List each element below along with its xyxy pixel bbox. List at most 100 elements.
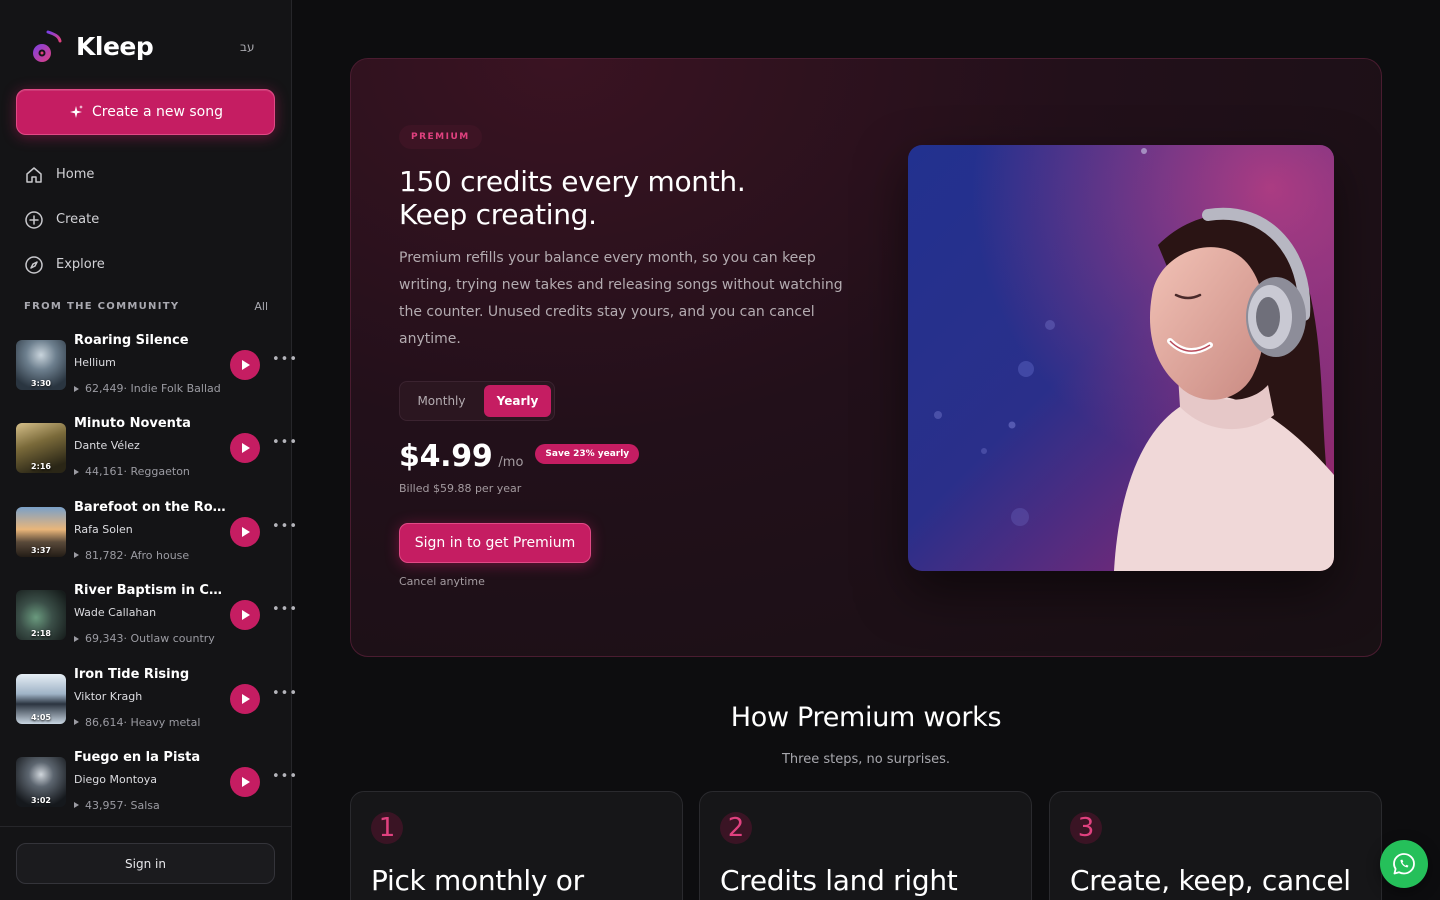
- song-item[interactable]: 2:18 River Baptism in Col… Wade Callahan…: [16, 580, 297, 663]
- whatsapp-button[interactable]: [1380, 840, 1428, 888]
- nav-item-explore[interactable]: Explore: [16, 242, 275, 287]
- brand-name: Kleep: [76, 31, 154, 61]
- song-artist[interactable]: Dante Vélez: [74, 439, 140, 452]
- step-number: 2: [720, 812, 752, 844]
- home-icon: [26, 166, 42, 183]
- community-all-link[interactable]: All: [254, 300, 268, 313]
- step-title: Pick monthly or: [371, 864, 584, 897]
- song-duration: 3:02: [31, 795, 51, 805]
- create-song-button[interactable]: Create a new song: [16, 89, 275, 135]
- play-button[interactable]: [230, 600, 260, 631]
- song-item[interactable]: 2:16 Minuto Noventa Dante Vélez 44,161· …: [16, 413, 297, 496]
- price-row: $4.99 /mo Save 23% yearly: [399, 439, 640, 474]
- step-card: 3 Create, keep, cancel: [1049, 791, 1382, 900]
- play-button[interactable]: [230, 766, 260, 797]
- nav-item-home[interactable]: Home: [16, 152, 275, 197]
- play-icon: [242, 693, 250, 704]
- create-song-label: Create a new song: [91, 104, 223, 120]
- play-count-icon: [74, 468, 79, 475]
- brand[interactable]: Kleep: [28, 28, 154, 64]
- hero-title: 150 credits every month. Keep creating.: [399, 165, 746, 231]
- song-plays: 43,957: [85, 798, 124, 812]
- song-title[interactable]: Minuto Noventa: [74, 416, 226, 431]
- play-count-icon: [74, 635, 79, 642]
- play-icon: [242, 360, 250, 370]
- price-amount: $4.99: [399, 439, 493, 474]
- plus-circle-icon: [25, 210, 43, 229]
- step-card: 2 Credits land right: [699, 791, 1032, 900]
- song-genre: · Outlaw country: [123, 632, 215, 646]
- song-plays: 44,161: [85, 465, 124, 479]
- play-button[interactable]: [230, 433, 260, 464]
- song-plays: 62,449: [85, 382, 124, 395]
- song-title[interactable]: River Baptism in Col…: [74, 583, 226, 598]
- song-duration: 3:37: [31, 545, 51, 555]
- music-note-logo-icon: [33, 30, 62, 62]
- more-options-icon[interactable]: •••: [272, 770, 298, 783]
- nav-item-create[interactable]: Create: [16, 197, 275, 242]
- step-title: Create, keep, cancel: [1070, 864, 1351, 897]
- nav-label-explore: Explore: [56, 257, 105, 272]
- play-count-icon: [74, 552, 79, 559]
- song-item[interactable]: 3:30 Roaring Silence Hellium 62,449· Ind…: [16, 330, 297, 413]
- more-options-icon[interactable]: •••: [272, 353, 298, 366]
- sparkle-icon: [69, 105, 83, 118]
- song-artist[interactable]: Hellium: [74, 356, 116, 369]
- song-duration: 2:16: [31, 462, 51, 472]
- song-title[interactable]: Roaring Silence: [74, 333, 226, 348]
- save-badge: Save 23% yearly: [535, 443, 640, 464]
- sidebar-divider: [0, 826, 292, 827]
- premium-badge: PREMIUM: [399, 125, 482, 149]
- get-premium-button[interactable]: Sign in to get Premium: [399, 523, 591, 563]
- sign-in-button[interactable]: Sign in: [16, 843, 275, 884]
- billing-period-toggle: Monthly Yearly: [399, 381, 555, 421]
- song-thumbnail: 2:16: [16, 423, 66, 474]
- play-button[interactable]: [230, 350, 260, 380]
- community-song-list: 3:30 Roaring Silence Hellium 62,449· Ind…: [16, 330, 297, 830]
- play-count-icon: [74, 802, 79, 809]
- song-title[interactable]: Fuego en la Pista: [74, 750, 226, 765]
- how-section-subtitle: Three steps, no surprises.: [781, 752, 951, 767]
- song-thumbnail: 3:02: [16, 756, 66, 807]
- song-item[interactable]: 4:05 Iron Tide Rising Viktor Kragh 86,61…: [16, 664, 297, 747]
- song-genre: · Indie Folk Ballad: [123, 382, 221, 395]
- nav-label-create: Create: [56, 212, 100, 227]
- song-duration: 2:18: [31, 629, 51, 639]
- song-item[interactable]: 3:37 Barefoot on the Roof… Rafa Solen 81…: [16, 497, 297, 580]
- play-count-icon: [74, 385, 79, 392]
- toggle-yearly[interactable]: Yearly: [483, 385, 551, 417]
- price-period: /mo: [498, 455, 524, 470]
- whatsapp-icon: [1393, 853, 1415, 875]
- song-artist[interactable]: Diego Montoya: [74, 773, 157, 786]
- song-meta: 44,161· Reggaeton: [74, 465, 190, 478]
- billed-note: Billed $59.88 per year: [399, 482, 522, 495]
- song-artist[interactable]: Rafa Solen: [74, 523, 133, 536]
- song-thumbnail: 3:30: [16, 340, 66, 390]
- song-item[interactable]: 3:02 Fuego en la Pista Diego Montoya 43,…: [16, 747, 297, 830]
- play-button[interactable]: [230, 683, 260, 714]
- play-button[interactable]: [230, 516, 260, 547]
- step-number: 3: [1070, 812, 1102, 844]
- more-options-icon[interactable]: •••: [272, 603, 298, 616]
- language-toggle[interactable]: עב: [240, 40, 254, 54]
- more-options-icon[interactable]: •••: [272, 687, 298, 700]
- song-meta: 86,614· Heavy metal: [74, 716, 200, 729]
- step-number: 1: [371, 812, 403, 844]
- song-meta: 69,343· Outlaw country: [74, 632, 215, 645]
- hero-description: Premium refills your balance every month…: [399, 250, 843, 347]
- song-duration: 4:05: [31, 712, 51, 722]
- song-artist[interactable]: Viktor Kragh: [74, 690, 142, 703]
- more-options-icon[interactable]: •••: [272, 436, 298, 449]
- song-title[interactable]: Iron Tide Rising: [74, 667, 226, 682]
- song-genre: · Afro house: [123, 548, 190, 562]
- step-card: 1 Pick monthly or: [350, 791, 683, 900]
- song-genre: · Salsa: [123, 798, 160, 812]
- song-title[interactable]: Barefoot on the Roof…: [74, 500, 226, 515]
- song-genre: · Reggaeton: [123, 465, 190, 479]
- toggle-monthly[interactable]: Monthly: [403, 385, 480, 417]
- nav-label-home: Home: [56, 167, 95, 182]
- song-meta: 43,957· Salsa: [74, 799, 160, 812]
- song-artist[interactable]: Wade Callahan: [74, 606, 156, 619]
- more-options-icon[interactable]: •••: [272, 520, 298, 533]
- woman-with-headphones-illustration: [908, 145, 1334, 571]
